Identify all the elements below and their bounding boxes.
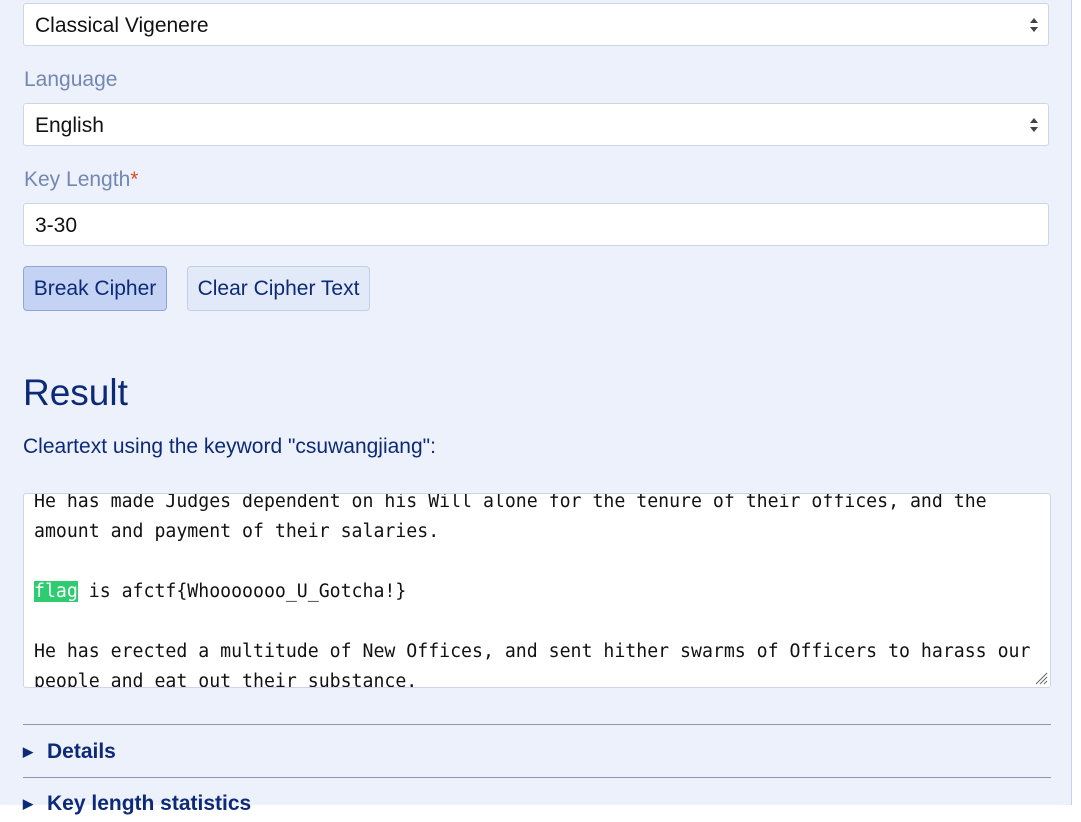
resize-grip-icon[interactable]	[1034, 671, 1048, 685]
cleartext-line: He has made Judges dependent on his Will…	[34, 493, 987, 512]
cipher-panel: Classical Vigenere Language English Key …	[0, 0, 1072, 815]
cleartext-blank-line	[34, 547, 1040, 577]
cleartext-content: He has made Judges dependent on his Will…	[34, 493, 1040, 688]
section-divider	[23, 777, 1051, 778]
language-label: Language	[24, 68, 118, 91]
language-value: English	[35, 114, 104, 137]
cleartext-line: amount and payment of their salaries.	[34, 521, 440, 542]
cleartext-flag-line: flag is afctf{Whooooooo_U_Gotcha!}	[34, 577, 1040, 607]
clear-cipher-text-button[interactable]: Clear Cipher Text	[187, 266, 370, 311]
key-length-statistics-label: Key length statistics	[47, 792, 252, 815]
cipher-type-value: Classical Vigenere	[35, 14, 209, 37]
cleartext-line: He has erected a multitude of New Office…	[34, 641, 1031, 662]
section-divider	[23, 724, 1051, 725]
key-length-statistics-toggle[interactable]: ▶ Key length statistics	[23, 792, 251, 822]
required-mark: *	[130, 168, 139, 191]
key-length-input[interactable]: 3-30	[23, 203, 1049, 246]
language-select[interactable]: English	[23, 103, 1049, 146]
key-length-value: 3-30	[35, 214, 78, 237]
cleartext-blank-line	[34, 607, 1040, 637]
cleartext-label: Cleartext using the keyword "csuwangjian…	[23, 435, 436, 458]
triangle-right-icon: ▶	[23, 796, 33, 811]
triangle-right-icon: ▶	[23, 744, 33, 759]
key-length-label: Key Length*	[24, 168, 138, 192]
cleartext-textarea[interactable]: He has made Judges dependent on his Will…	[23, 493, 1051, 688]
cleartext-line: people and eat out their substance.	[34, 671, 418, 688]
key-length-label-text: Key Length	[24, 168, 131, 191]
updown-arrows-icon	[1030, 18, 1038, 32]
details-label: Details	[47, 740, 116, 763]
flag-text: is afctf{Whooooooo_U_Gotcha!}	[77, 581, 407, 602]
details-toggle[interactable]: ▶ Details	[23, 740, 116, 770]
flag-highlight: flag	[34, 581, 78, 602]
updown-arrows-icon	[1030, 118, 1038, 132]
result-title: Result	[23, 372, 128, 413]
cipher-type-select[interactable]: Classical Vigenere	[23, 3, 1049, 46]
break-cipher-button[interactable]: Break Cipher	[23, 266, 167, 311]
